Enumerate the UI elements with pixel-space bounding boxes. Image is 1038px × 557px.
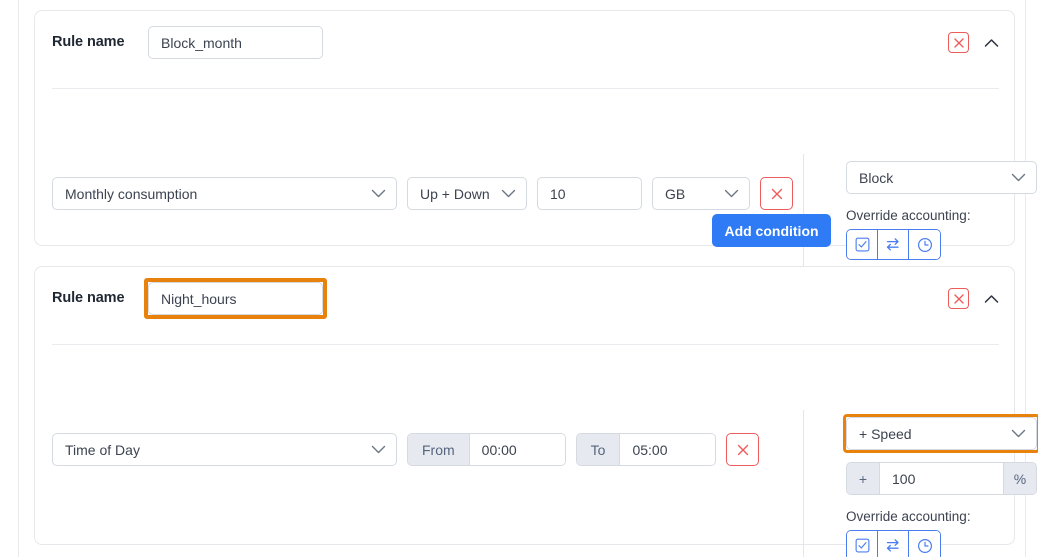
condition-value-text: 10 xyxy=(550,185,566,202)
condition-metric-value: Monthly consumption xyxy=(65,185,198,202)
header-divider xyxy=(52,344,999,345)
rule-card-block-month: Rule name Block_month Monthly consumptio… xyxy=(34,10,1037,309)
condition-direction-select[interactable]: Up + Down xyxy=(407,177,527,210)
speed-value-group: + % xyxy=(846,462,1037,495)
speed-unit-label: % xyxy=(1003,463,1036,494)
action-type-value: Block xyxy=(859,169,894,186)
rule-name-input[interactable] xyxy=(148,282,323,315)
rule-name-field-wrapper-highlighted xyxy=(144,278,327,319)
condition-time-from-group: From xyxy=(407,433,566,466)
condition-unit-select[interactable]: GB xyxy=(652,177,750,210)
speed-value-input[interactable] xyxy=(880,463,1003,494)
close-x-icon xyxy=(737,444,749,455)
body-column-divider xyxy=(803,410,804,557)
collapse-rule-button[interactable] xyxy=(981,289,1001,309)
rule-name-label: Rule name xyxy=(52,290,125,306)
chevron-up-icon xyxy=(984,38,998,47)
clock-icon xyxy=(917,237,932,252)
condition-metric-value: Time of Day xyxy=(65,441,140,458)
action-type-select[interactable]: Block xyxy=(846,161,1037,194)
chevron-down-icon xyxy=(724,189,739,198)
chevron-down-icon xyxy=(371,189,386,198)
condition-time-from-input[interactable] xyxy=(469,434,565,465)
condition-metric-select[interactable]: Monthly consumption xyxy=(52,177,397,210)
override-clock-button[interactable] xyxy=(909,531,940,557)
condition-value-input[interactable]: 10 xyxy=(537,177,642,210)
override-accounting-toggle-group xyxy=(846,229,941,260)
delete-condition-button[interactable] xyxy=(760,177,793,210)
override-accounting-label: Override accounting: xyxy=(846,509,971,524)
rule-card-night-hours: Rule name Night_hours Time of Day From 0… xyxy=(34,266,1038,557)
chevron-down-icon xyxy=(501,189,516,198)
rule-header: Rule name xyxy=(35,11,1014,76)
chevron-down-icon xyxy=(1011,429,1026,438)
collapse-rule-button[interactable] xyxy=(981,33,1001,53)
delete-condition-button[interactable] xyxy=(726,433,760,466)
checkbox-checked-icon xyxy=(855,538,869,553)
condition-unit-value: GB xyxy=(665,185,686,202)
condition-row: Monthly consumption Up + Down 10 GB xyxy=(52,177,793,210)
close-x-icon xyxy=(953,37,964,48)
override-accounting-label: Override accounting: xyxy=(846,208,971,223)
add-condition-button[interactable]: Add condition xyxy=(712,214,831,247)
swap-arrows-icon xyxy=(886,539,899,552)
close-x-icon xyxy=(953,293,964,304)
rule-name-field-wrapper xyxy=(148,26,323,59)
close-x-icon xyxy=(771,188,782,199)
chevron-down-icon xyxy=(371,445,386,454)
from-label: From xyxy=(408,434,470,465)
rule-header: Rule name xyxy=(35,267,1014,332)
header-divider xyxy=(52,88,999,89)
override-checkbox-button[interactable] xyxy=(847,531,878,557)
delete-rule-button[interactable] xyxy=(948,288,969,309)
condition-metric-select[interactable]: Time of Day xyxy=(52,433,397,466)
condition-time-to-group: To xyxy=(575,433,717,466)
override-swap-button[interactable] xyxy=(878,531,909,557)
chevron-up-icon xyxy=(984,294,998,303)
clock-icon xyxy=(917,538,932,553)
chevron-down-icon xyxy=(1011,173,1026,182)
to-label: To xyxy=(576,434,621,465)
override-accounting-toggle-group xyxy=(846,530,941,557)
condition-row: Time of Day From To xyxy=(52,433,760,466)
delete-rule-button[interactable] xyxy=(948,32,969,53)
condition-direction-value: Up + Down xyxy=(420,185,490,202)
left-rail-divider xyxy=(18,0,19,557)
override-swap-button[interactable] xyxy=(878,230,909,259)
action-type-select[interactable]: + Speed xyxy=(846,417,1037,450)
swap-arrows-icon xyxy=(886,238,899,251)
action-select-wrapper-highlighted: + Speed xyxy=(843,414,1038,453)
action-select-wrapper: Block xyxy=(846,161,1037,194)
rule-header-actions xyxy=(948,288,1001,309)
speed-sign-label: + xyxy=(847,463,880,494)
condition-time-to-input[interactable] xyxy=(620,434,716,465)
rule-name-label: Rule name xyxy=(52,34,125,50)
rule-name-input[interactable] xyxy=(148,26,323,59)
checkbox-checked-icon xyxy=(855,237,869,252)
action-type-value: + Speed xyxy=(859,425,912,442)
override-checkbox-button[interactable] xyxy=(847,230,878,259)
action-column: + Speed + % Override accounting: xyxy=(843,414,1038,557)
override-clock-button[interactable] xyxy=(909,230,940,259)
rules-editor-page: Rule name Block_month Monthly consumptio… xyxy=(0,0,1038,557)
rule-header-actions xyxy=(948,32,1001,53)
